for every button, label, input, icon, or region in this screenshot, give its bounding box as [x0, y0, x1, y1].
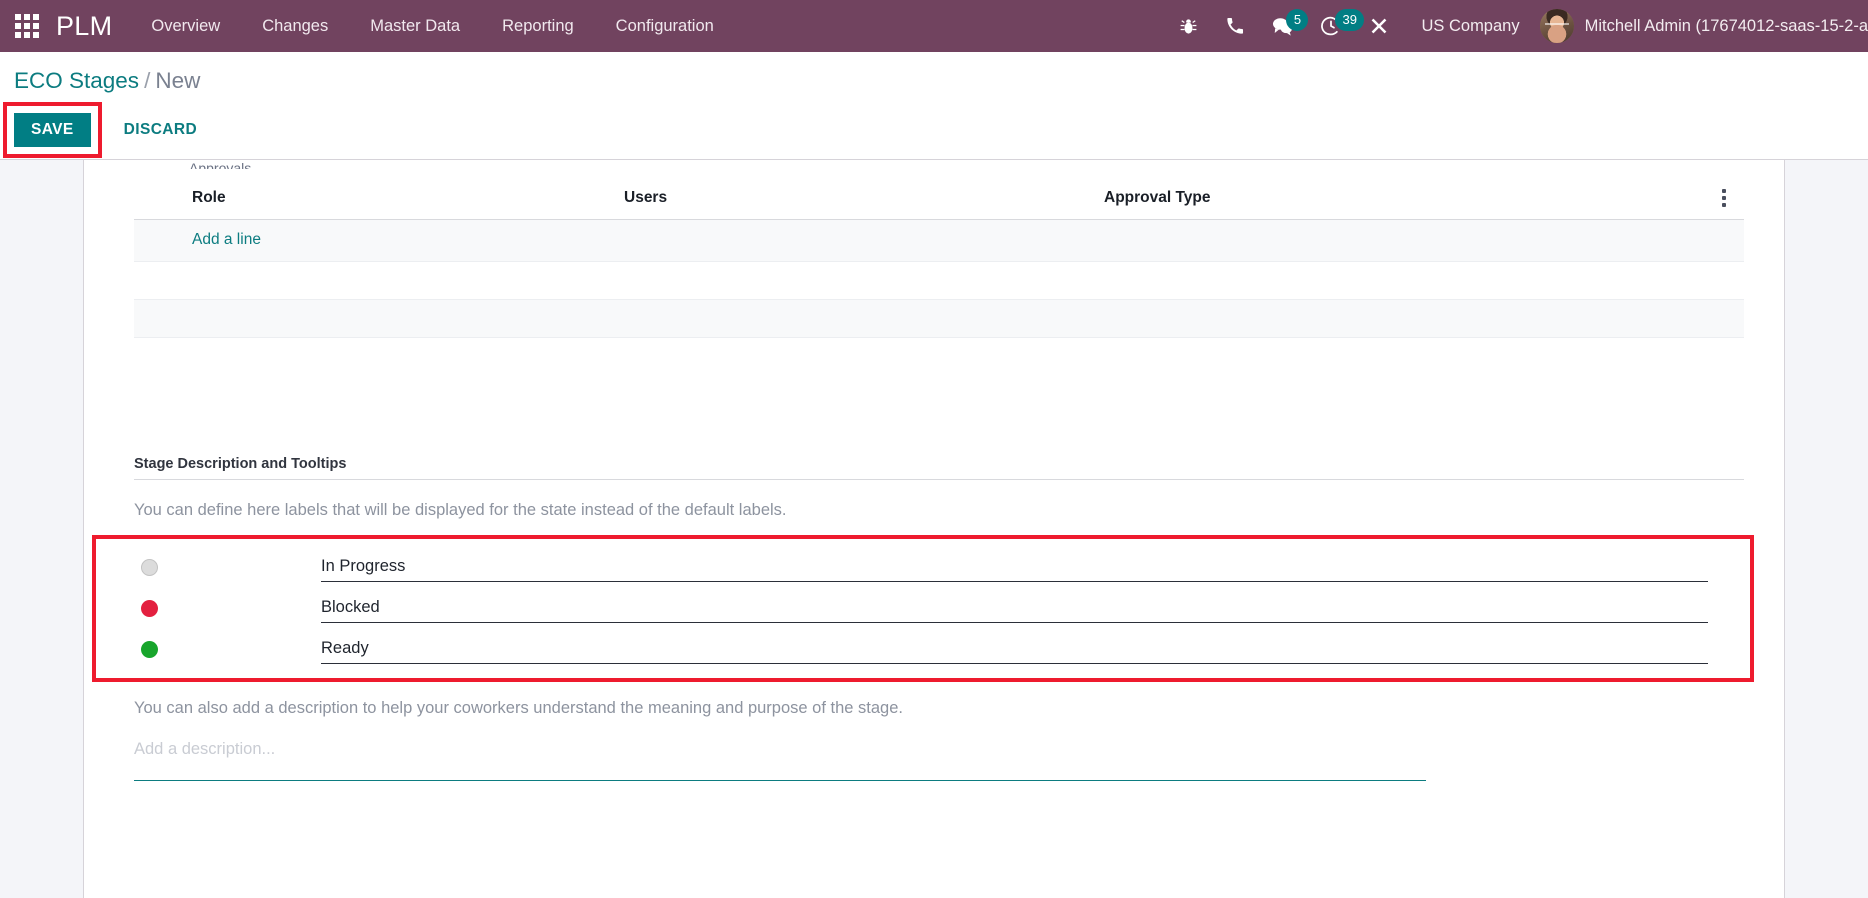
company-switcher[interactable]: US Company [1403, 0, 1535, 52]
messages-icon[interactable]: 5 [1258, 0, 1309, 52]
column-header-approval-type[interactable]: Approval Type [1094, 178, 1684, 221]
breadcrumb: ECO Stages / New [0, 66, 1868, 96]
control-panel: ECO Stages / New SAVE DISCARD [0, 52, 1868, 160]
messages-badge: 5 [1286, 9, 1309, 31]
table-header-row: Role Users Approval Type [134, 178, 1744, 221]
legend-blocked-input[interactable] [321, 594, 1708, 623]
state-input-cell-ready [321, 635, 1750, 664]
save-button[interactable]: SAVE [14, 113, 91, 147]
description-placeholder[interactable]: Add a description... [134, 740, 1426, 762]
state-dot-cell-red [96, 600, 321, 618]
menu-item-overview[interactable]: Overview [130, 0, 241, 52]
add-a-line-link[interactable]: Add a line [144, 231, 261, 248]
form-sheet: Approvals Role Users Approval Type Add a… [83, 160, 1785, 898]
navbar-right-tools: 5 39 US Company Mitchell Admin (17674012… [1165, 0, 1868, 52]
activities-clock-icon[interactable]: 39 [1307, 0, 1364, 52]
state-row-blocked [96, 588, 1750, 629]
discard-button[interactable]: DISCARD [110, 113, 211, 147]
add-line-cell[interactable]: Add a line [134, 219, 1744, 263]
state-dot-cell-grey [96, 559, 321, 577]
approvals-list: Approvals Role Users Approval Type Add a… [84, 160, 1784, 339]
tools-icon[interactable] [1355, 0, 1403, 52]
state-input-cell-blocked [321, 594, 1750, 623]
state-dot-cell-green [96, 641, 321, 659]
apps-grid-icon[interactable] [6, 0, 48, 52]
column-header-users[interactable]: Users [614, 178, 1094, 221]
main-menu: Overview Changes Master Data Reporting C… [130, 0, 734, 52]
optional-columns-header [1684, 178, 1744, 221]
menu-item-changes[interactable]: Changes [241, 0, 349, 52]
page-body: Approvals Role Users Approval Type Add a… [0, 160, 1868, 898]
table-row [134, 299, 1744, 339]
menu-item-configuration[interactable]: Configuration [595, 0, 735, 52]
state-input-cell-in-progress [321, 553, 1750, 582]
breadcrumb-current: New [155, 68, 201, 93]
section-title: Stage Description and Tooltips [134, 456, 1744, 481]
legend-done-input[interactable] [321, 635, 1708, 664]
save-button-highlight: SAVE [3, 102, 102, 158]
approvals-table-body: Add a line [134, 219, 1744, 339]
table-row [134, 261, 1744, 301]
approvals-table-head: Role Users Approval Type [134, 178, 1744, 221]
top-navbar: PLM Overview Changes Master Data Reporti… [0, 0, 1868, 52]
breadcrumb-root[interactable]: ECO Stages [14, 68, 139, 93]
state-labels-highlight [92, 535, 1754, 683]
state-row-ready [96, 629, 1750, 670]
app-brand-plm[interactable]: PLM [56, 0, 112, 52]
stage-description-section: Stage Description and Tooltips You can d… [84, 456, 1784, 782]
breadcrumb-separator: / [144, 68, 151, 93]
column-header-role[interactable]: Role [134, 178, 614, 221]
labels-help-text: You can define here labels that will be … [134, 501, 787, 520]
state-row-in-progress [96, 547, 1750, 588]
description-help-text: You can also add a description to help y… [134, 699, 903, 718]
approvals-table: Role Users Approval Type Add a line [134, 178, 1744, 339]
apps-grid-dots [15, 14, 39, 38]
user-menu[interactable]: Mitchell Admin (17674012-saas-15-2-a [1536, 0, 1868, 52]
username-label: Mitchell Admin (17674012-saas-15-2-a [1584, 17, 1868, 35]
grey-circle-icon [141, 559, 158, 577]
avatar [1539, 9, 1574, 43]
description-field[interactable]: Add a description... [134, 740, 1426, 782]
legend-normal-input[interactable] [321, 553, 1708, 582]
vertical-dots-icon[interactable] [1722, 189, 1726, 207]
approvals-field-label: Approvals [189, 160, 252, 169]
menu-item-reporting[interactable]: Reporting [481, 0, 595, 52]
control-panel-buttons: SAVE DISCARD [0, 102, 1868, 158]
menu-item-master-data[interactable]: Master Data [349, 0, 481, 52]
bug-icon[interactable] [1165, 0, 1212, 52]
add-line-row[interactable]: Add a line [134, 219, 1744, 263]
red-circle-icon [141, 600, 158, 618]
phone-icon[interactable] [1212, 0, 1258, 52]
green-circle-icon [141, 641, 158, 659]
